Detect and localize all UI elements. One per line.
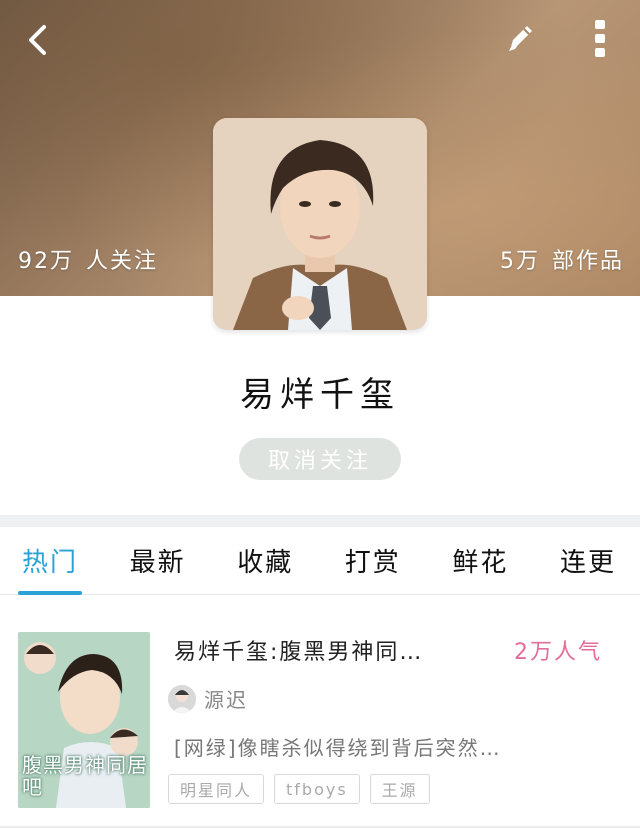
edit-button[interactable] [500, 18, 540, 58]
more-button[interactable] [580, 16, 620, 60]
cover-title-text: 腹黑男神同居吧 [22, 753, 148, 799]
followers-count: 92万 [18, 249, 74, 274]
works-count: 5万 [499, 249, 540, 274]
book-author[interactable]: 源迟 [168, 684, 248, 713]
book-list-item[interactable]: 腹黑男神同居吧 易烊千玺:腹黑男神同… 2万人气 源迟 [网绿]像瞎杀似得绕到背… [0, 596, 640, 828]
back-button[interactable] [18, 20, 58, 60]
book-title[interactable]: 易烊千玺:腹黑男神同… [174, 634, 423, 666]
tab-latest[interactable]: 最新 [126, 542, 190, 579]
followers-stat: 92万 人关注 [18, 243, 158, 275]
unfollow-button[interactable]: 取消关注 [239, 438, 401, 480]
author-name: 源迟 [204, 688, 248, 712]
section-divider [0, 515, 640, 527]
profile-avatar[interactable] [213, 118, 427, 330]
content-tabs: 热门 最新 收藏 打赏 鲜花 连更 [0, 527, 640, 595]
profile-name: 易烊千玺 [240, 375, 400, 415]
followers-label: 人关注 [86, 249, 159, 274]
more-vertical-icon [595, 20, 605, 57]
author-avatar [168, 684, 196, 713]
tab-hot[interactable]: 热门 [18, 542, 83, 595]
tag-chip[interactable]: 明星同人 [168, 774, 265, 804]
tab-flowers[interactable]: 鲜花 [448, 542, 512, 579]
tab-favorites[interactable]: 收藏 [233, 542, 297, 579]
avatar-portrait [213, 118, 427, 330]
tab-tips[interactable]: 打赏 [341, 542, 405, 579]
book-tags: 明星同人 tfboys 王源 [168, 774, 430, 804]
back-chevron-icon [29, 25, 46, 55]
book-cover[interactable]: 腹黑男神同居吧 [18, 632, 150, 808]
book-description: [网绿]像瞎杀似得绕到背后突然… [174, 736, 502, 760]
book-popularity: 2万人气 [514, 640, 602, 665]
pencil-icon [509, 26, 532, 51]
tab-serial[interactable]: 连更 [556, 542, 620, 579]
works-stat: 5万 部作品 [500, 243, 624, 275]
tag-chip[interactable]: tfboys [274, 774, 360, 804]
tag-chip[interactable]: 王源 [369, 774, 430, 804]
works-label: 部作品 [551, 249, 624, 274]
